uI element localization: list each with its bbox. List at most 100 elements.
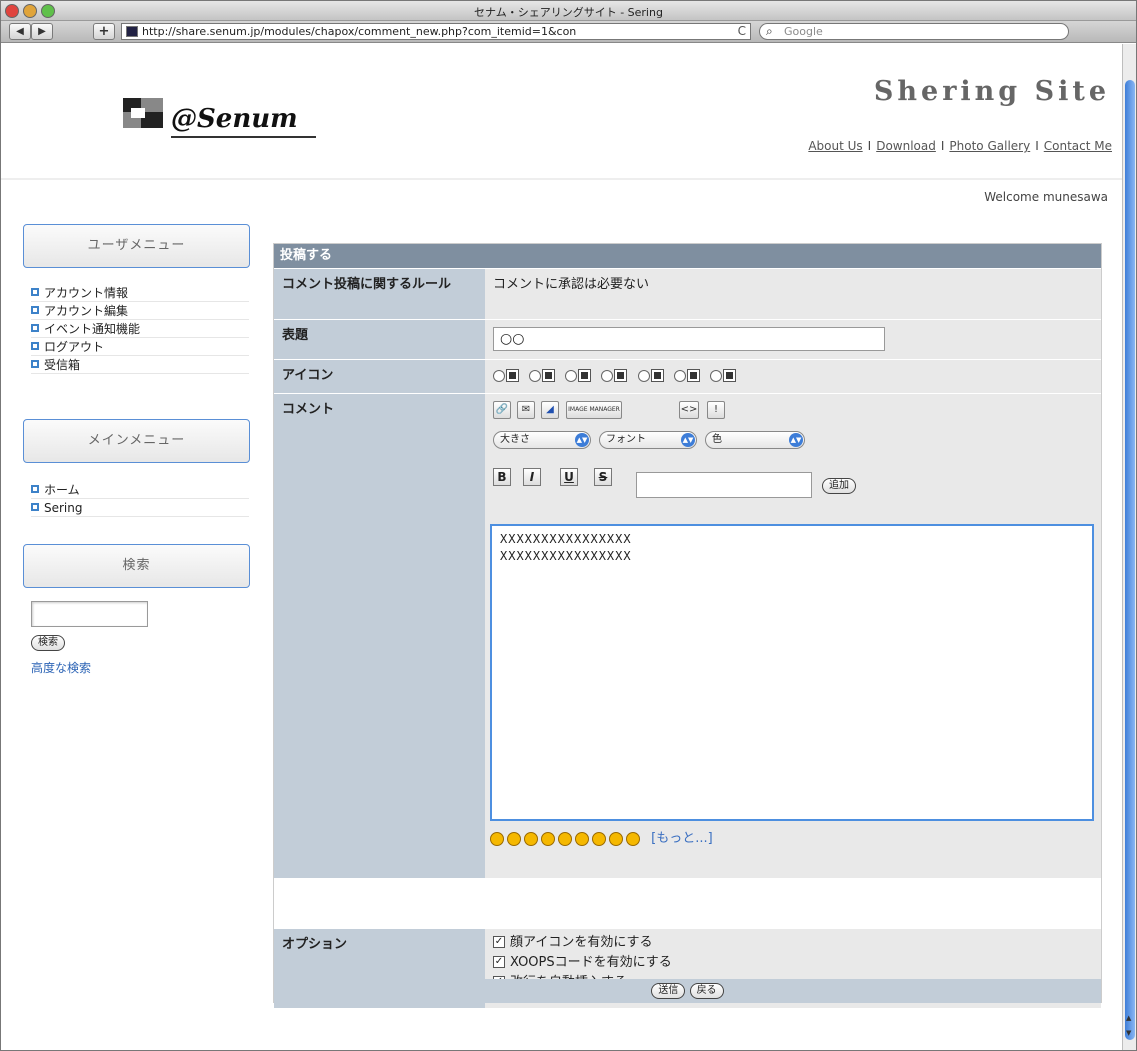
icon-row: アイコン [274,359,1101,393]
checkbox-checked-icon[interactable]: ✓ [493,955,505,968]
site-logo[interactable]: @Senum [121,86,316,141]
reload-icon[interactable]: C [738,24,746,39]
title-row: 表題 ○○ [274,319,1101,359]
logo-text: @Senum [171,104,298,134]
question-icon [722,369,736,382]
message-icon [506,369,519,382]
scrollbar-thumb[interactable] [1125,80,1135,1040]
menu-item-label: ログアウト [44,340,105,354]
code-tool-icon[interactable]: <> [679,401,699,419]
strikethrough-button[interactable]: S [594,468,612,486]
nav-download[interactable]: Download [876,139,936,153]
rule-label: コメント投稿に関するルール [274,269,485,319]
back-button[interactable]: ◀ [9,23,31,40]
option-smilies[interactable]: ✓ 顔アイコンを有効にする [493,933,1093,953]
font-select[interactable]: フォント ▲▼ [599,431,697,449]
chevron-down-icon: ▲▼ [681,433,695,447]
form-actions: 送信 戻る [274,979,1101,1003]
nav-separator: I [867,139,872,153]
advanced-search-link[interactable]: 高度な検索 [31,659,91,676]
more-smilies-link[interactable]: [もっと...] [651,831,713,846]
smiley-icon[interactable] [524,831,538,846]
smiley-icon[interactable] [592,831,606,846]
address-bar[interactable]: http://share.senum.jp/modules/chapox/com… [121,23,751,40]
add-text-input[interactable] [636,472,812,498]
menu-item-label: アカウント編集 [44,304,129,318]
scroll-up-icon[interactable]: ▲ [1126,1014,1131,1022]
icon-radio[interactable] [637,369,650,382]
underline-button[interactable]: U [560,468,578,486]
menu-item-sering[interactable]: Sering [31,499,249,517]
icon-radio[interactable] [601,369,614,382]
italic-button[interactable]: I [523,468,541,486]
sidebar-search-button[interactable]: 検索 [31,635,65,651]
image-tool-icon[interactable]: ◢ [541,401,559,419]
url-tool-icon[interactable]: 🔗 [493,401,511,419]
menu-item-account-edit[interactable]: アカウント編集 [31,302,249,320]
smiley-icon[interactable] [575,831,589,846]
add-button[interactable]: 追加 [822,478,856,494]
smiley-icon[interactable] [541,831,555,846]
icon-radio[interactable] [565,369,578,382]
scroll-down-icon[interactable]: ▼ [1126,1029,1131,1037]
option-xoops-code[interactable]: ✓ XOOPSコードを有効にする [493,953,1093,973]
window-title: セナム・シェアリングサイト - Sering [474,6,663,19]
nav-photo-gallery[interactable]: Photo Gallery [949,139,1030,153]
search-icon: ⌕ [766,24,773,38]
sidebar-search-input[interactable] [31,601,148,627]
icon-choices [485,360,1101,393]
exclamation-icon [686,369,700,382]
bold-button[interactable]: B [493,468,511,486]
user-menu-list: アカウント情報 アカウント編集 イベント通知機能 ログアウト 受信箱 [31,284,249,374]
submit-button[interactable]: 送信 [651,983,686,999]
icon-radio[interactable] [709,369,722,382]
smile-icon [542,369,556,382]
menu-item-home[interactable]: ホーム [31,481,249,499]
icon-radio[interactable] [529,369,542,382]
icon-radio[interactable] [673,369,686,382]
size-select[interactable]: 大きさ ▲▼ [493,431,591,449]
comment-textarea[interactable]: XXXXXXXXXXXXXXXX XXXXXXXXXXXXXXXX [490,524,1094,821]
logo-mark-icon [121,94,171,134]
smiley-icon[interactable] [558,831,572,846]
menu-item-inbox[interactable]: 受信箱 [31,356,249,374]
nav-separator: I [940,139,945,153]
page-content: @Senum Shering Site About Us I Download I Ph… [1,44,1122,1050]
menu-item-account-info[interactable]: アカウント情報 [31,284,249,302]
user-menu-title: ユーザメニュー [23,224,250,268]
vertical-scrollbar[interactable]: ▲ ▼ [1122,44,1136,1050]
checkbox-checked-icon[interactable]: ✓ [493,935,505,948]
main-menu-title: メインメニュー [23,419,250,463]
smiley-icon[interactable] [507,831,521,846]
top-navigation: About Us I Download I Photo Gallery I Contact … [808,139,1112,153]
comment-row: コメント 🔗 ✉ ◢ IMAGE MANAGER <> ! 大きさ ▲▼ フォント… [274,393,1101,878]
color-select[interactable]: 色 ▲▼ [705,431,805,449]
bullet-icon [31,342,39,350]
rule-value: コメントに承認は必要ない [485,269,1101,319]
smiley-icon[interactable] [626,831,640,846]
frown-icon [578,369,592,382]
forward-button[interactable]: ▶ [31,23,53,40]
title-bar: セナム・シェアリングサイト - Sering [1,1,1136,21]
bullet-icon [31,324,39,332]
bullet-icon [31,288,39,296]
nav-separator: I [1035,139,1039,153]
comment-label: コメント [274,394,485,878]
icon-radio[interactable] [493,369,505,382]
email-tool-icon[interactable]: ✉ [517,401,535,419]
search-field[interactable]: ⌕ Google [759,23,1069,40]
image-manager-button[interactable]: IMAGE MANAGER [566,401,622,419]
title-input[interactable]: ○○ [493,327,885,351]
quote-tool-icon[interactable]: ! [707,401,725,419]
menu-item-logout[interactable]: ログアウト [31,338,249,356]
nav-contact-me[interactable]: Contact Me [1044,139,1112,153]
menu-item-event-notify[interactable]: イベント通知機能 [31,320,249,338]
form-header: 投稿する [274,244,1101,268]
nav-about-us[interactable]: About Us [808,139,862,153]
smiley-icon[interactable] [609,831,623,846]
welcome-message: Welcome munesawa [984,190,1108,204]
smiley-icon[interactable] [490,831,504,846]
add-bookmark-button[interactable]: + [93,23,115,40]
back-page-button[interactable]: 戻る [689,983,724,999]
rule-row: コメント投稿に関するルール コメントに承認は必要ない [274,268,1101,319]
